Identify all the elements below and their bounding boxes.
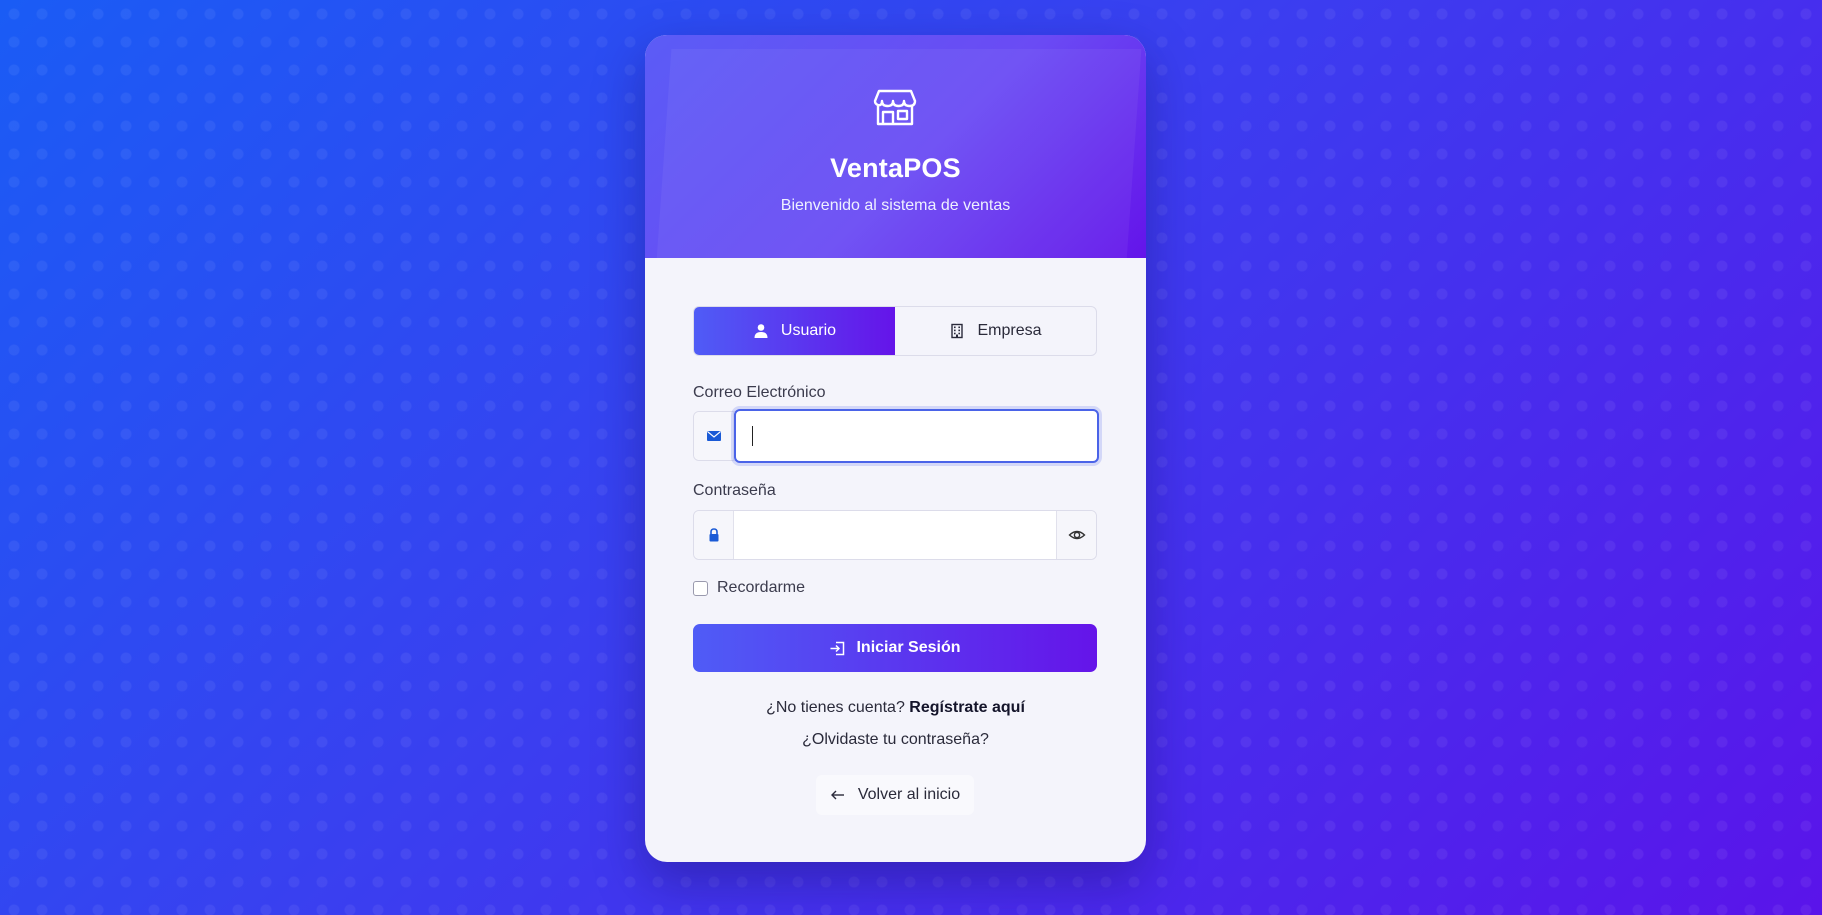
tab-empresa-label: Empresa [977,322,1042,339]
tab-usuario[interactable]: Usuario [694,307,895,355]
email-addon [694,412,734,460]
user-icon [754,324,768,338]
remember-me: Recordarme [693,579,805,597]
forgot-password-link[interactable]: ¿Olvidaste tu contraseña? [645,731,1146,749]
register-line: ¿No tienes cuenta? Regístrate aquí [645,699,1146,717]
store-icon [873,89,917,126]
building-icon [951,323,964,339]
toggle-password-button[interactable] [1056,511,1096,559]
arrow-left-icon [830,790,844,800]
login-card: VentaPOS Bienvenido al sistema de ventas… [645,35,1146,862]
login-icon [830,641,845,655]
remember-checkbox[interactable] [693,580,708,596]
app-tagline: Bienvenido al sistema de ventas [780,197,1011,214]
register-link[interactable]: Regístrate aquí [909,699,1025,716]
envelope-icon [706,431,721,441]
lock-icon [709,528,718,542]
remember-label[interactable]: Recordarme [717,579,805,597]
back-home-label: Volver al inicio [857,786,961,803]
tab-usuario-label: Usuario [780,322,837,339]
back-home-button[interactable]: Volver al inicio [816,775,974,815]
password-label: Contraseña [693,482,776,499]
card-header: VentaPOS Bienvenido al sistema de ventas [645,35,1146,258]
password-addon [694,511,734,559]
email-input-group [693,409,1099,463]
login-button[interactable]: Iniciar Sesión [693,624,1097,672]
email-label: Correo Electrónico [693,384,826,401]
eye-icon [1067,530,1086,540]
tab-empresa[interactable]: Empresa [895,307,1096,355]
login-button-label: Iniciar Sesión [856,639,961,656]
password-input-group [693,510,1097,560]
app-title: VentaPOS [830,153,961,183]
password-field[interactable] [734,511,1056,559]
login-type-tabs: Usuario Empresa [693,306,1097,356]
text-caret [752,426,753,446]
email-field[interactable] [734,409,1099,463]
register-prefix: ¿No tienes cuenta? [766,699,905,716]
